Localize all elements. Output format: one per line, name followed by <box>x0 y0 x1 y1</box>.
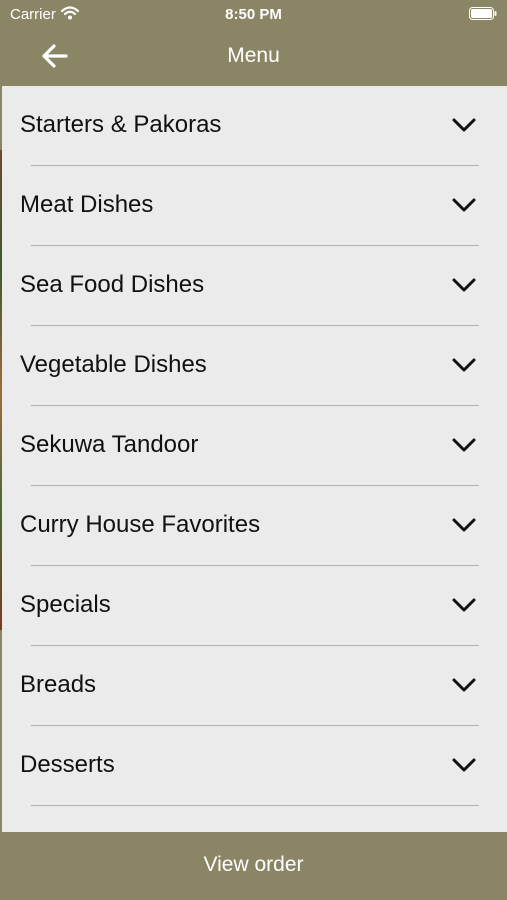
menu-category-breads[interactable]: Breads <box>2 646 507 726</box>
menu-category-desserts[interactable]: Desserts <box>2 726 507 806</box>
menu-category-list: Starters & Pakoras Meat Dishes Sea Food … <box>2 86 507 832</box>
menu-category-sea-food-dishes[interactable]: Sea Food Dishes <box>2 246 507 326</box>
menu-category-meat-dishes[interactable]: Meat Dishes <box>2 166 507 246</box>
menu-category-label: Curry House Favorites <box>20 511 261 538</box>
menu-category-label: Breads <box>20 671 97 698</box>
menu-category-curry-house-favorites[interactable]: Curry House Favorites <box>2 486 507 566</box>
chevron-down-icon <box>452 758 476 772</box>
menu-category-label: Desserts <box>20 751 115 778</box>
menu-category-label: Meat Dishes <box>20 191 154 218</box>
menu-category-sekuwa-tandoor[interactable]: Sekuwa Tandoor <box>2 406 507 486</box>
menu-category-starters-pakoras[interactable]: Starters & Pakoras <box>2 86 507 166</box>
chevron-down-icon <box>452 518 476 532</box>
menu-category-label: Sekuwa Tandoor <box>20 431 199 458</box>
navigation-bar: Menu <box>0 28 507 86</box>
page-title: Menu <box>227 44 280 67</box>
chevron-down-icon <box>452 118 476 132</box>
menu-category-label: Starters & Pakoras <box>20 111 222 138</box>
chevron-down-icon <box>452 198 476 212</box>
row-divider <box>31 805 479 806</box>
menu-category-label: Specials <box>20 591 111 618</box>
chevron-down-icon <box>452 358 476 372</box>
view-order-label: View order <box>203 853 304 876</box>
menu-category-label: Sea Food Dishes <box>20 271 205 298</box>
menu-category-vegetable-dishes[interactable]: Vegetable Dishes <box>2 326 507 406</box>
menu-category-label: Vegetable Dishes <box>20 351 207 378</box>
chevron-down-icon <box>452 438 476 452</box>
battery-icon <box>469 7 497 24</box>
chevron-down-icon <box>452 278 476 292</box>
view-order-button[interactable]: View order <box>0 832 507 900</box>
menu-category-specials[interactable]: Specials <box>2 566 507 646</box>
status-bar: Carrier 8:50 PM <box>0 0 507 28</box>
chevron-down-icon <box>452 598 476 612</box>
chevron-down-icon <box>452 678 476 692</box>
status-time: 8:50 PM <box>225 6 282 23</box>
